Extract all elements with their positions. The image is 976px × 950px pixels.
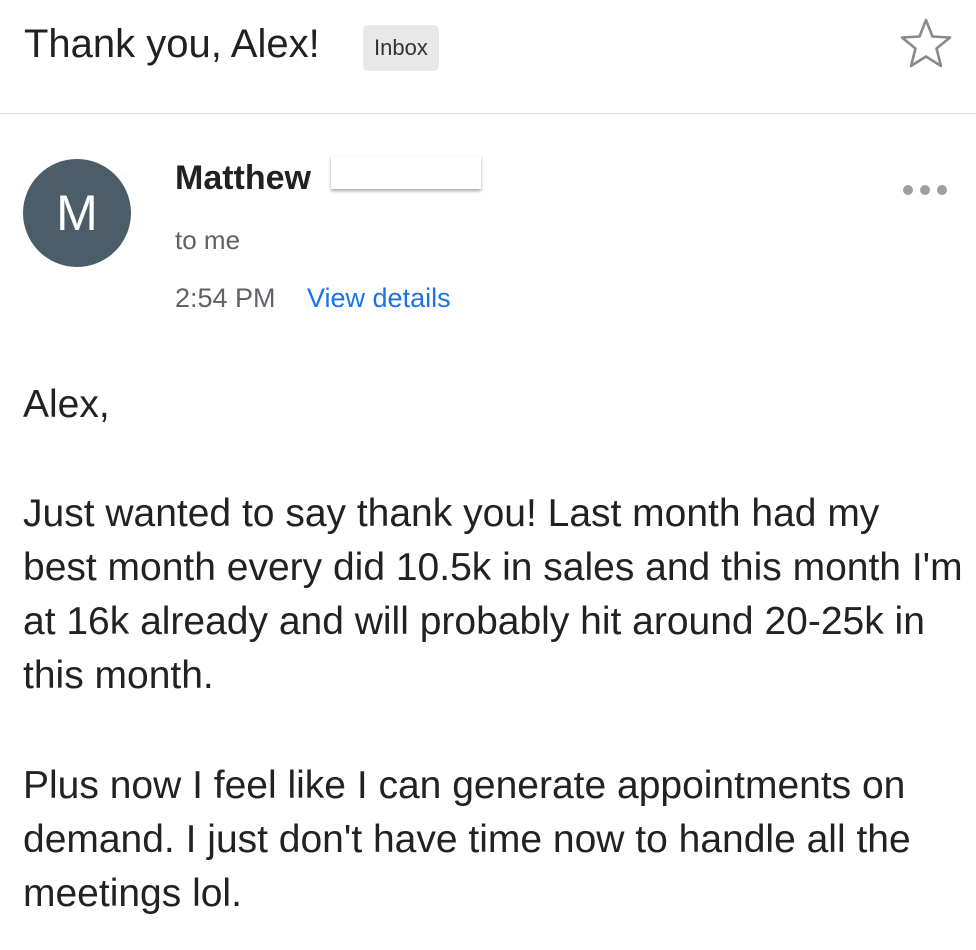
message-time: 2:54 PM (175, 283, 276, 313)
sender-avatar[interactable]: M (23, 159, 131, 267)
body-paragraph-1: Just wanted to say thank you! Last month… (23, 492, 963, 697)
more-horizontal-icon[interactable] (900, 178, 950, 202)
body-paragraph-2: Plus now I feel like I can generate appo… (23, 764, 911, 915)
email-subject: Thank you, Alex! (24, 22, 320, 66)
star-icon[interactable] (896, 14, 956, 74)
body-greeting: Alex, (23, 383, 110, 426)
sender-name: Matthew (175, 159, 311, 197)
inbox-label-badge[interactable]: Inbox (363, 25, 439, 71)
subject-bar: Thank you, Alex! Inbox (0, 0, 976, 114)
redaction-box (331, 156, 481, 189)
recipient-text[interactable]: to me (175, 222, 240, 258)
view-details-link[interactable]: View details (307, 280, 451, 316)
